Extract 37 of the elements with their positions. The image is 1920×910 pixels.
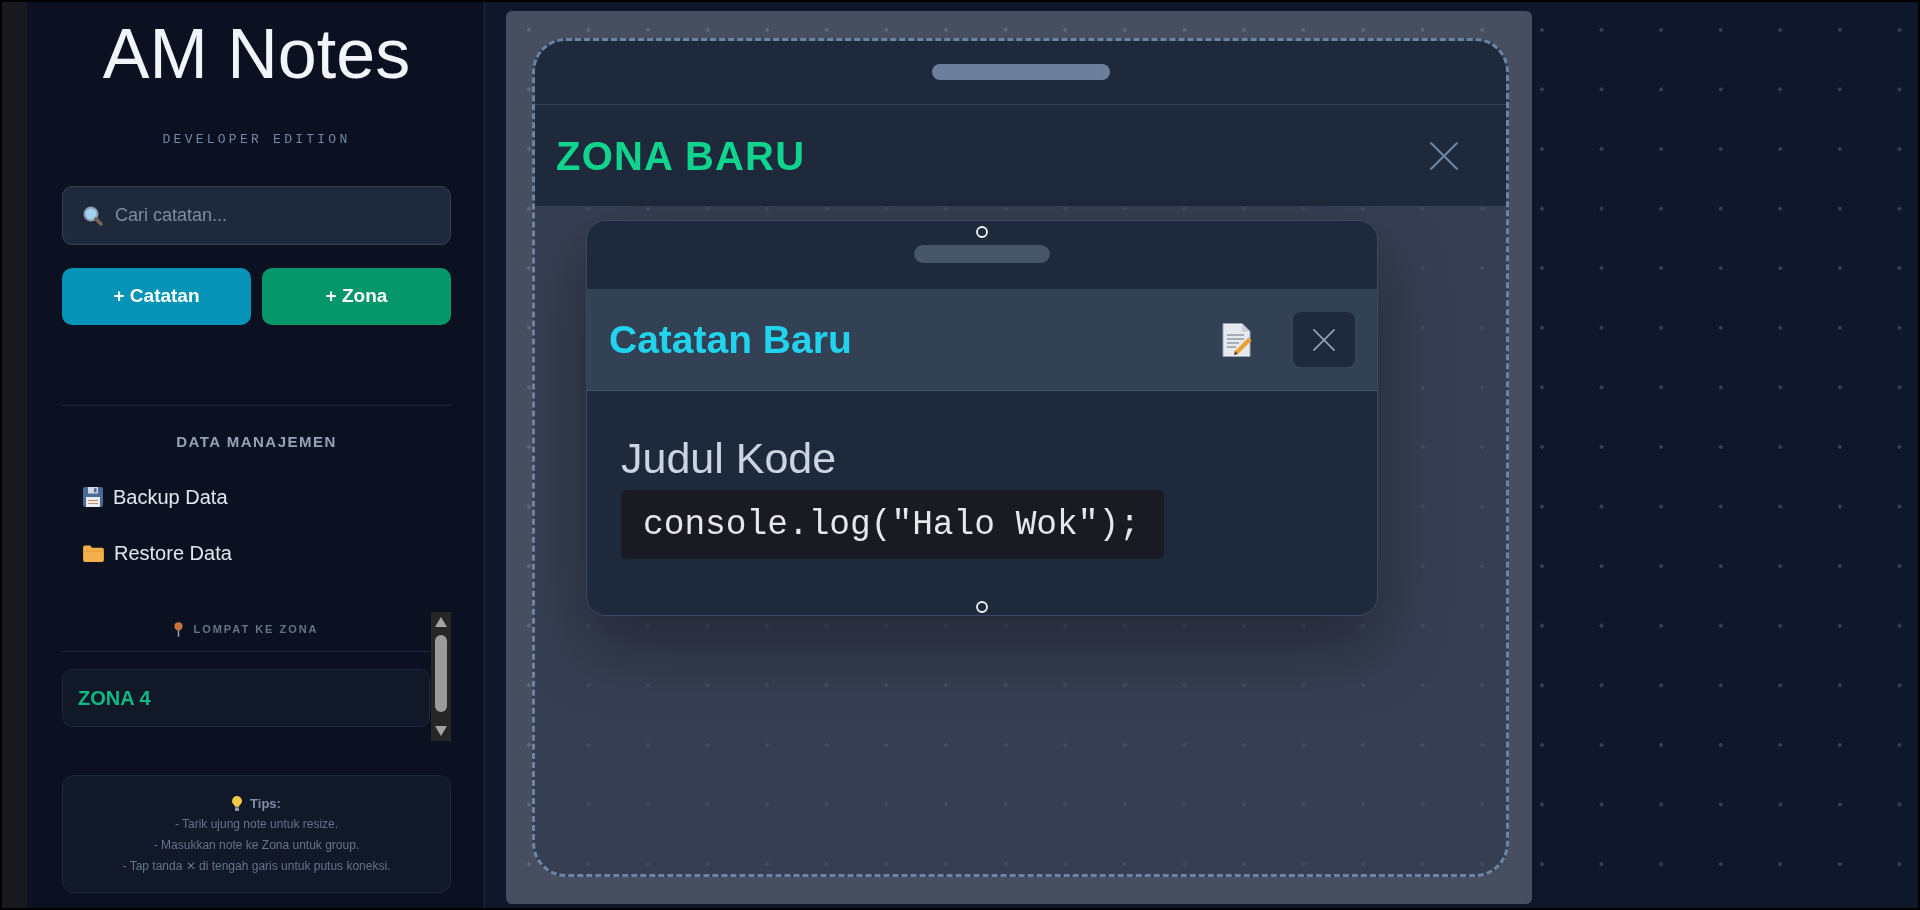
note-title: Catatan Baru [609, 320, 852, 359]
connection-port[interactable] [976, 226, 988, 238]
zone-title: ZONA BARU [556, 135, 806, 176]
scroll-up-arrow-icon[interactable] [435, 617, 447, 627]
tip-text: - Tap tanda ✕ di tengah garis untuk putus koneksi. [122, 858, 391, 875]
tips-heading: Tips: [250, 795, 281, 813]
close-button[interactable] [1430, 141, 1458, 170]
code-snippet: console.log("Halo Wok"); [621, 490, 1164, 559]
drag-handle[interactable] [914, 245, 1050, 263]
note-card[interactable]: Catatan Baru Judul Kode console.log("Halo Wok"); [586, 220, 1378, 616]
edition-label: DEVELOPER EDITION [161, 132, 352, 148]
light-bulb-icon [232, 796, 243, 811]
scroll-down-arrow-icon[interactable] [435, 726, 447, 736]
add-note-button[interactable]: + Catatan [62, 268, 251, 325]
zone-list-item[interactable]: ZONA 4 [62, 669, 430, 727]
close-icon [1313, 328, 1335, 351]
zone-container[interactable]: ZONA BARU Catatan Baru Judul Kode console.log("Halo Wok"); [532, 38, 1509, 877]
tip-text: - Tarik ujung note untuk resize. [174, 816, 339, 833]
sidebar-menu-item[interactable]: Backup Data [62, 469, 451, 525]
add-zone-button[interactable]: + Zona [262, 268, 451, 325]
memo-pencil-icon[interactable] [1222, 322, 1252, 357]
section-heading: DATA MANAJEMEN [175, 432, 338, 452]
sidebar-menu-item[interactable]: Restore Data [62, 525, 451, 581]
drag-handle[interactable] [931, 64, 1110, 80]
tip-text: - Masukkan note ke Zona untuk group. [153, 837, 360, 854]
search-field[interactable]: Cari catatan... [62, 186, 451, 245]
close-icon [1430, 141, 1458, 170]
scrollbar-thumb[interactable] [435, 635, 447, 712]
connection-port[interactable] [976, 601, 988, 613]
folder-icon [83, 544, 104, 562]
scrollbar-track[interactable] [431, 612, 451, 741]
section-heading: LOMPAT KE ZONA [193, 622, 319, 637]
search-icon [83, 206, 103, 226]
close-button[interactable] [1293, 312, 1355, 367]
note-heading: Judul Kode [621, 434, 837, 482]
pushpin-icon [174, 621, 184, 637]
app-title: AM Notes [101, 19, 412, 89]
